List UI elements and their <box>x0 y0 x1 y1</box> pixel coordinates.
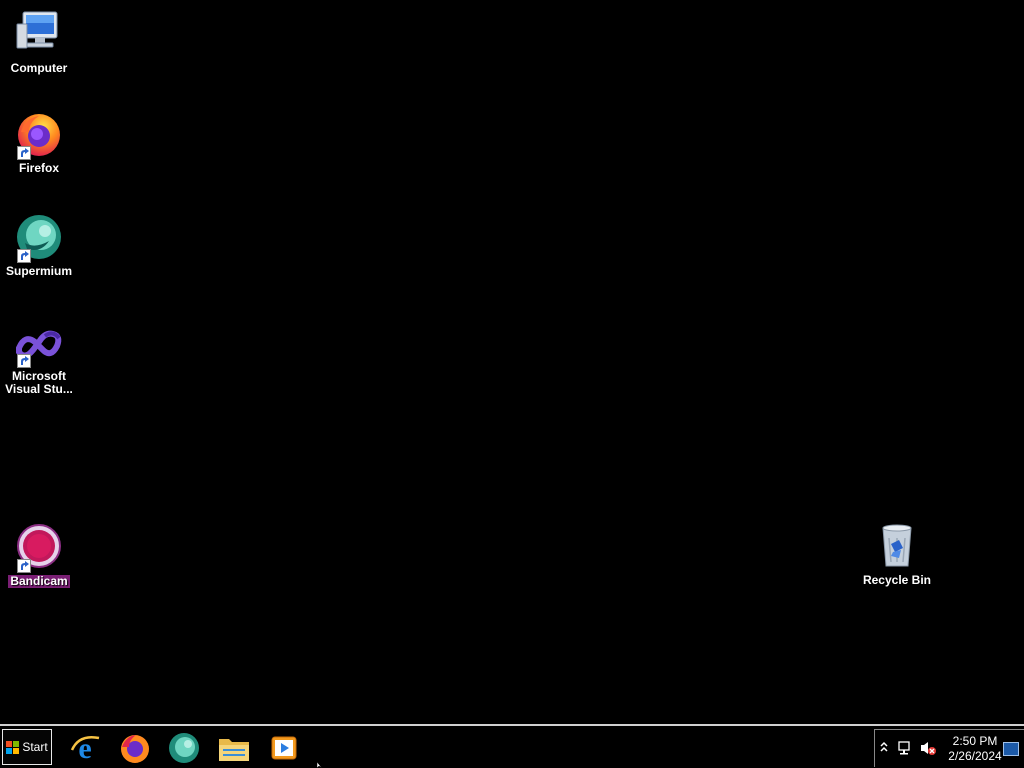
start-button[interactable]: Start <box>2 729 52 765</box>
taskbar-media-player[interactable] <box>266 730 302 766</box>
visual-studio-icon <box>15 328 63 368</box>
desktop-icon-computer[interactable]: Computer <box>1 10 77 77</box>
firefox-icon <box>121 735 149 763</box>
show-hidden-icons-chevron-icon[interactable] <box>879 740 889 759</box>
firefox-icon <box>15 110 63 160</box>
clock[interactable]: 2:50 PM 2/26/2024 <box>939 734 1011 764</box>
mouse-cursor-icon <box>317 762 323 768</box>
desktop-icon-label: Bandicam <box>8 574 70 588</box>
desktop-icon-label: Recycle Bin <box>862 573 932 587</box>
shortcut-arrow-icon <box>17 354 31 368</box>
computer-icon <box>15 10 63 58</box>
desktop-icon-supermium[interactable]: Supermium <box>1 213 77 280</box>
volume-muted-icon[interactable] <box>919 740 937 761</box>
taskbar-file-explorer[interactable] <box>216 730 252 766</box>
internet-explorer-icon: e <box>70 732 100 764</box>
supermium-icon <box>15 213 63 263</box>
desktop-icon-firefox[interactable]: Firefox <box>1 110 77 177</box>
supermium-icon <box>169 733 199 763</box>
start-label: Start <box>22 740 48 754</box>
bandicam-icon <box>15 523 63 573</box>
shortcut-arrow-icon <box>17 249 31 263</box>
taskbar-firefox[interactable] <box>117 730 153 766</box>
shortcut-arrow-icon <box>17 559 31 573</box>
desktop-icon-visual-studio[interactable]: Microsoft Visual Stu... <box>1 328 77 398</box>
desktop-icon-label: Computer <box>10 61 68 75</box>
clock-date: 2/26/2024 <box>948 749 1002 763</box>
show-desktop-button[interactable] <box>1003 742 1019 756</box>
network-icon[interactable] <box>897 740 913 761</box>
taskbar-supermium[interactable] <box>166 730 202 766</box>
desktop-icon-recycle-bin[interactable]: Recycle Bin <box>859 522 935 589</box>
file-explorer-icon <box>219 739 249 761</box>
system-tray: 2:50 PM 2/26/2024 <box>874 729 1024 767</box>
media-player-icon <box>271 736 297 760</box>
clock-time: 2:50 PM <box>952 734 998 748</box>
desktop-icon-bandicam[interactable]: Bandicam <box>1 523 77 590</box>
taskbar: Start e 2:50 PM 2/26/2024 <box>0 724 1024 768</box>
recycle-bin-icon <box>873 522 921 570</box>
desktop-icon-label: Firefox <box>18 161 59 175</box>
desktop-icon-label: Supermium <box>5 264 72 278</box>
shortcut-arrow-icon <box>17 146 31 160</box>
desktop[interactable]: Computer Firefox Supermium Microsoft Vis… <box>0 0 1024 724</box>
windows-logo-icon <box>6 740 20 754</box>
taskbar-internet-explorer[interactable]: e <box>67 730 103 766</box>
desktop-icon-label: Microsoft Visual Stu... <box>5 369 73 396</box>
